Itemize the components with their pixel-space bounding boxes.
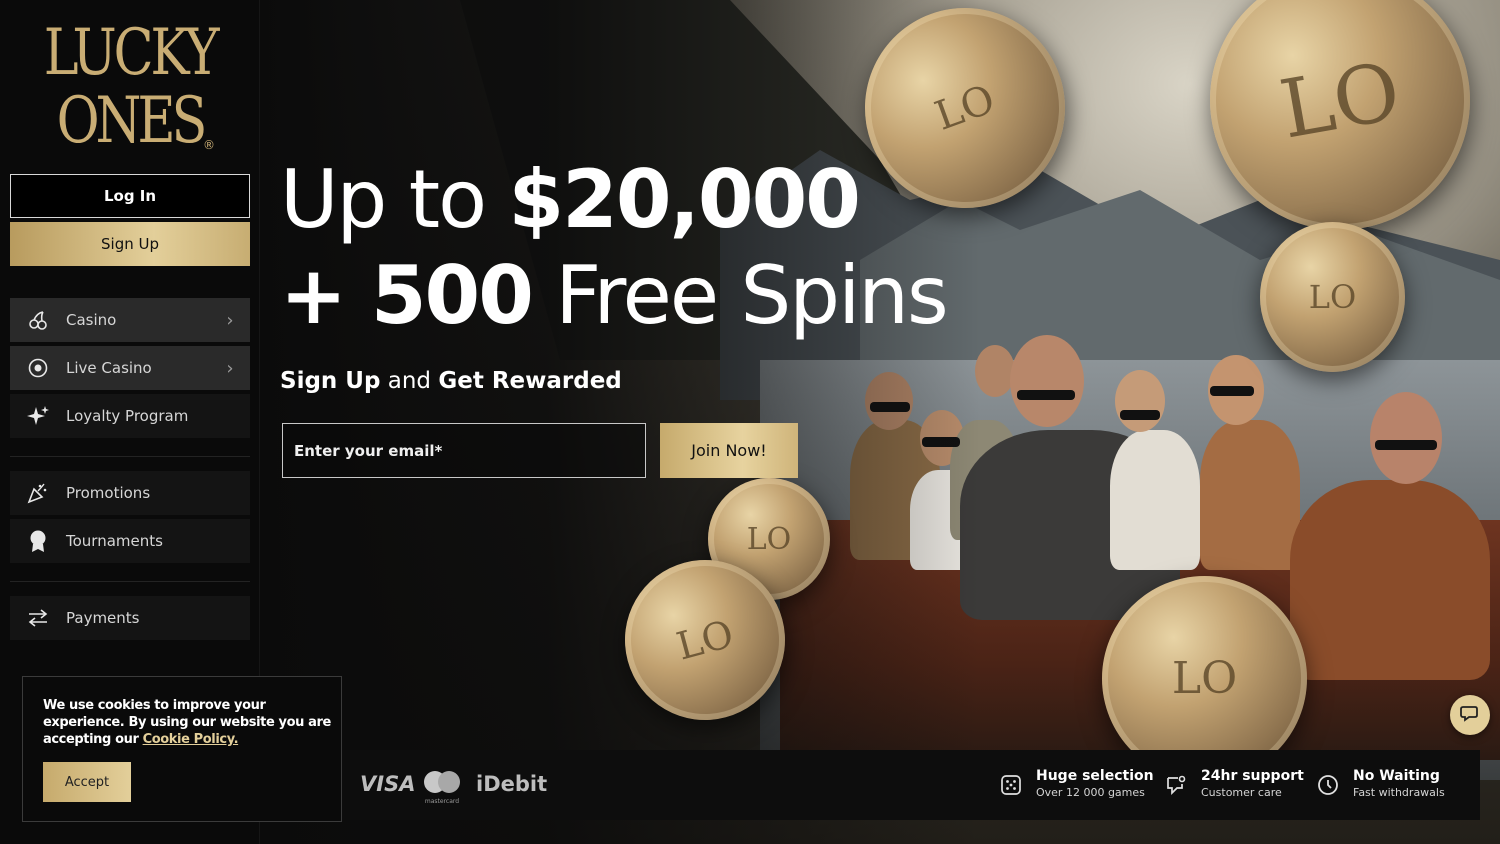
brand-logo[interactable]: LUCKY ONES ® (0, 14, 260, 159)
signup-button[interactable]: Sign Up (10, 222, 250, 266)
coin-inscription: LO (1171, 653, 1238, 704)
sidebar-item-tournaments[interactable]: Tournaments (10, 519, 250, 563)
idebit-logo: iDebit (476, 772, 548, 796)
sunglasses (1375, 440, 1437, 450)
registered-mark: ® (203, 138, 215, 152)
hero-headline: Up to $20,000 + 500 Free Spins (280, 152, 949, 344)
chip-icon (10, 357, 66, 379)
sidebar-divider (10, 456, 250, 457)
feature-title: Huge selection (1036, 768, 1154, 784)
clock-icon (1315, 772, 1341, 798)
sidebar-item-label: Loyalty Program (66, 407, 189, 425)
person-figure (1370, 392, 1442, 484)
feature-title: No Waiting (1353, 768, 1440, 784)
sidebar-divider (10, 581, 250, 582)
award-badge-icon (10, 529, 66, 553)
hero-subtitle: Sign Up and Get Rewarded (280, 368, 622, 394)
sidebar-item-label: Promotions (66, 484, 151, 502)
coin-image: LO (1260, 222, 1405, 372)
coin-inscription: LO (929, 76, 1001, 140)
person-figure (975, 345, 1015, 397)
feature-subtitle: Customer care (1201, 786, 1282, 799)
sidebar-item-live-casino[interactable]: Live Casino › (10, 346, 250, 390)
mastercard-text: mastercard (424, 798, 460, 805)
sidebar-item-loyalty[interactable]: Loyalty Program (10, 394, 250, 438)
sunglasses (1120, 410, 1160, 420)
headline-line1: Up to $20,000 (280, 152, 947, 248)
sidebar-item-promotions[interactable]: Promotions (10, 471, 250, 515)
email-input[interactable] (282, 423, 646, 478)
coin-inscription: LO (672, 611, 738, 669)
party-popper-icon (10, 481, 66, 505)
logo-line1: LUCKY (43, 16, 220, 90)
sparkle-icon (10, 404, 66, 428)
chat-bubble-icon (1460, 704, 1480, 727)
person-figure (1110, 430, 1200, 570)
headline-spins-count: + 500 (280, 249, 534, 342)
sidebar-item-label: Casino (66, 311, 117, 329)
cherries-icon (10, 309, 66, 331)
chat-support-icon (1163, 772, 1189, 798)
person-figure (1290, 480, 1490, 680)
person-figure (1115, 370, 1165, 432)
person-figure (1010, 335, 1084, 427)
live-chat-button[interactable] (1450, 695, 1490, 735)
feature-huge-selection: Huge selection Over 12 000 games (998, 768, 1154, 801)
coin-inscription: LO (1308, 278, 1357, 316)
coin-inscription: LO (1273, 43, 1407, 157)
headline-suffix: Free Spins (531, 249, 948, 342)
login-button[interactable]: Log In (10, 174, 250, 218)
hero-banner: LO LO LO LO LO LO (260, 0, 1500, 844)
sunglasses (1210, 386, 1254, 396)
chevron-right-icon: › (226, 309, 234, 331)
subtitle-signup: Sign Up (280, 368, 381, 394)
join-now-button[interactable]: Join Now! (660, 423, 798, 478)
visa-logo: VISA (360, 772, 416, 796)
dice-icon (998, 772, 1024, 798)
feature-subtitle: Over 12 000 games (1036, 786, 1145, 799)
coin-inscription: LO (746, 521, 792, 557)
cookie-banner: We use cookies to improve your experienc… (22, 676, 342, 822)
feature-subtitle: Fast withdrawals (1353, 786, 1445, 799)
headline-amount: $20,000 (508, 153, 861, 246)
sidebar-item-payments[interactable]: Payments (10, 596, 250, 640)
subtitle-and: and (380, 368, 439, 394)
feature-title: 24hr support (1201, 768, 1304, 784)
sidebar-item-label: Payments (66, 609, 140, 627)
headline-line2: + 500 Free Spins (280, 248, 949, 344)
chevron-right-icon: › (226, 357, 234, 379)
feature-support: 24hr support Customer care (1163, 768, 1304, 801)
mastercard-logo: mastercard (422, 769, 462, 805)
sunglasses (1017, 390, 1075, 400)
person-figure (1200, 420, 1300, 570)
sidebar-item-label: Live Casino (66, 359, 152, 377)
sidebar-item-label: Tournaments (66, 532, 163, 550)
accept-cookies-button[interactable]: Accept (43, 762, 131, 802)
cookie-policy-link[interactable]: Cookie Policy. (143, 732, 239, 747)
headline-prefix: Up to (280, 153, 509, 246)
feature-no-waiting: No Waiting Fast withdrawals (1315, 768, 1445, 801)
transfer-arrows-icon (10, 608, 66, 628)
subtitle-rewarded: Get Rewarded (438, 368, 622, 394)
cookie-text-block: We use cookies to improve your experienc… (43, 697, 333, 748)
sidebar-item-casino[interactable]: Casino › (10, 298, 250, 342)
